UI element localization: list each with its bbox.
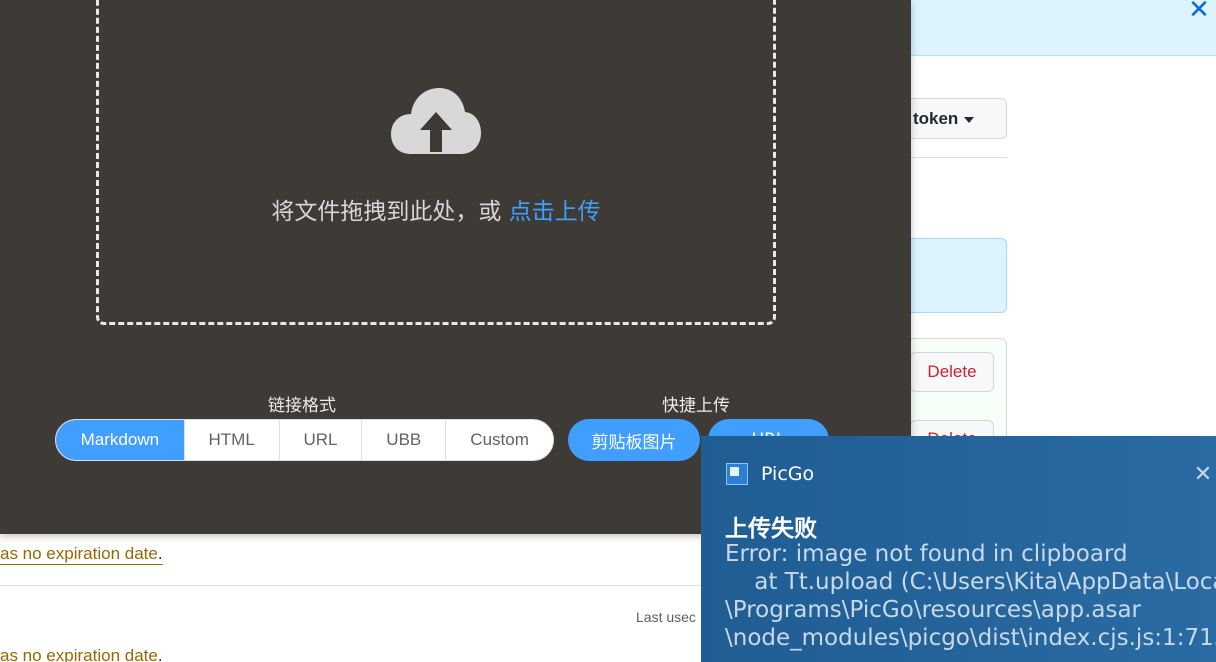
dropzone-text: 将文件拖拽到此处，或 点击上传 [0, 192, 872, 226]
clipboard-upload-button[interactable]: 剪贴板图片 [568, 419, 700, 461]
format-ubb[interactable]: UBB [362, 420, 447, 460]
delete-button[interactable]: Delete [910, 352, 994, 392]
expiration-link[interactable]: as no expiration date. [0, 646, 163, 662]
format-custom[interactable]: Custom [446, 420, 553, 460]
link-format-title: 链接格式 [268, 396, 336, 416]
format-html[interactable]: HTML [185, 420, 280, 460]
error-notification[interactable]: PicGo ✕ 上传失败 Error: image not found in c… [701, 436, 1216, 662]
format-url[interactable]: URL [280, 420, 363, 460]
notification-body: Error: image not found in clipboard at T… [725, 540, 1216, 652]
expiration-link[interactable]: as no expiration date. [0, 544, 163, 565]
dropzone-hint: 将文件拖拽到此处，或 [271, 199, 509, 225]
close-icon[interactable]: ✕ [1192, 463, 1214, 485]
notification-title: 上传失败 [725, 516, 817, 542]
period: . [157, 544, 163, 563]
upload-dropzone[interactable] [96, 0, 776, 325]
error-line: \Programs\PicGo\resources\app.asar [725, 597, 1142, 623]
close-icon[interactable]: ✕ [1186, 0, 1212, 22]
last-used-text: Last usec [636, 609, 696, 625]
click-upload-link[interactable]: 点击上传 [509, 199, 601, 225]
period: . [157, 646, 163, 662]
expiration-text: as no expiration date [0, 544, 158, 563]
expiration-text: as no expiration date [0, 646, 158, 662]
error-line: \node_modules\picgo\dist\index.cjs.js:1:… [725, 625, 1216, 651]
link-format-selector: Markdown HTML URL UBB Custom [55, 419, 554, 461]
error-line: Error: image not found in clipboard [725, 541, 1128, 567]
cloud-upload-icon [391, 88, 481, 154]
error-line: at Tt.upload (C:\Users\Kita\AppData\Loca… [725, 569, 1216, 595]
quick-upload-title: 快捷上传 [662, 396, 730, 416]
divider [0, 585, 710, 586]
caret-down-icon [964, 116, 975, 123]
notification-app-name: PicGo [761, 463, 815, 485]
format-markdown[interactable]: Markdown [56, 420, 185, 460]
picgo-app-icon [726, 463, 748, 485]
